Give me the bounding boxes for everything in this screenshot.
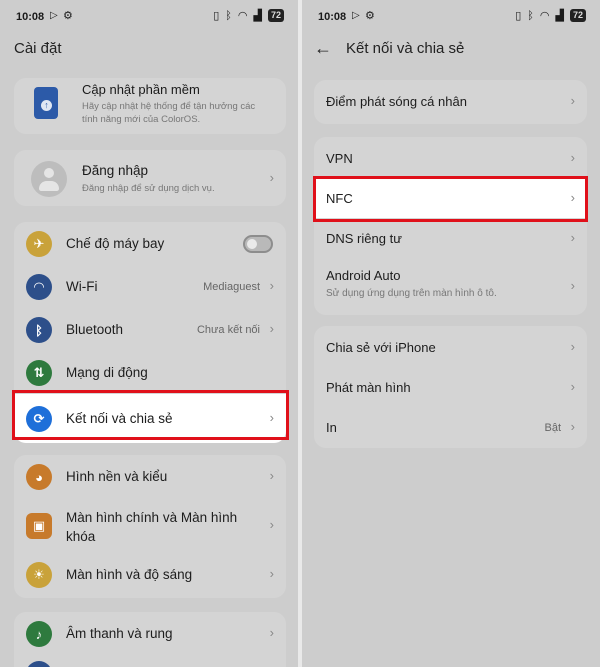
play-icon: ▷ xyxy=(50,10,58,21)
status-icons: ▯ ᛒ ◠ ▟ 72 xyxy=(515,9,586,22)
item-label: Android Auto xyxy=(326,268,401,283)
settings-item-screencast[interactable]: Phát màn hình › xyxy=(314,367,587,407)
status-icons: ▯ ᛒ ◠ ▟ 72 xyxy=(213,9,284,22)
item-label: VPN xyxy=(326,151,353,166)
chevron-right-icon: › xyxy=(269,566,274,581)
display-card: ◕ Hình nền và kiểu › ▣ Màn hình chính và… xyxy=(14,455,286,598)
chevron-right-icon: › xyxy=(570,93,575,108)
status-bar: 10:08 ▷ ⚙ ▯ ᛒ ◠ ▟ 72 xyxy=(0,0,298,34)
login-card[interactable]: Đăng nhập Đăng nhập để sử dụng dịch vụ. … xyxy=(14,150,286,206)
item-value: Mediaguest xyxy=(203,281,260,293)
chevron-right-icon: › xyxy=(570,278,575,293)
bluetooth-status-icon: ᛒ xyxy=(527,9,534,22)
bluetooth-status-icon: ᛒ xyxy=(225,9,232,22)
item-desc: Sử dụng ứng dụng trên màn hình ô tô. xyxy=(326,288,497,299)
settings-item-wifi[interactable]: ◠ Wi-Fi Mediaguest › xyxy=(14,265,286,308)
network-card: VPN › NFC › DNS riêng tư › Android Auto … xyxy=(314,137,587,315)
back-arrow-icon[interactable]: ← xyxy=(314,38,332,59)
status-time: 10:08 xyxy=(16,11,45,23)
settings-item-private-dns[interactable]: DNS riêng tư › xyxy=(314,218,587,258)
update-title: Cập nhật phần mềm xyxy=(82,82,200,97)
gear-icon: ⚙ xyxy=(365,10,375,22)
homescreen-icon: ▣ xyxy=(26,513,52,539)
settings-item-brightness[interactable]: ☀ Màn hình và độ sáng › xyxy=(14,553,286,598)
chevron-right-icon: › xyxy=(570,339,575,354)
vibrate-icon: ▯ xyxy=(515,10,522,22)
item-label: Âm thanh và rung xyxy=(66,626,173,641)
signal-icon: ▟ xyxy=(253,10,262,22)
settings-item-print[interactable]: In Bật › xyxy=(314,407,587,448)
chevron-right-icon: › xyxy=(269,517,274,532)
status-bar: 10:08 ▷ ⚙ ▯ ᛒ ◠ ▟ 72 xyxy=(302,0,600,34)
brightness-icon: ☀ xyxy=(26,562,52,588)
login-desc: Đăng nhập để sử dụng dịch vụ. xyxy=(82,183,215,194)
chevron-right-icon: › xyxy=(269,278,274,293)
gear-icon: ⚙ xyxy=(63,10,73,22)
chevron-right-icon: › xyxy=(570,230,575,245)
settings-item-wallpaper[interactable]: ◕ Hình nền và kiểu › xyxy=(14,455,286,498)
settings-item-homescreen[interactable]: ▣ Màn hình chính và Màn hình khóa › xyxy=(14,498,286,553)
item-value: Chưa kết nối xyxy=(196,324,260,336)
item-label: Bluetooth xyxy=(66,322,124,337)
battery-icon: 72 xyxy=(569,9,586,22)
update-icon: ↑ xyxy=(34,87,58,119)
chevron-right-icon: › xyxy=(570,150,575,165)
item-label: Điểm phát sóng cá nhân xyxy=(326,94,467,109)
vibrate-icon: ▯ xyxy=(213,10,220,22)
signal-icon: ▟ xyxy=(555,10,564,22)
page-title: Kết nối và chia sẻ xyxy=(346,40,465,57)
item-label: In xyxy=(326,420,337,435)
chevron-right-icon: › xyxy=(269,321,274,336)
hotspot-card: Điểm phát sóng cá nhân › xyxy=(314,80,587,124)
settings-item-airplane-mode[interactable]: ✈ Chế độ máy bay xyxy=(14,222,286,265)
settings-item-hotspot[interactable]: Điểm phát sóng cá nhân › xyxy=(314,80,587,124)
airplane-icon: ✈ xyxy=(26,231,52,257)
airplane-mode-toggle[interactable] xyxy=(243,235,273,253)
avatar xyxy=(31,161,67,197)
page-title: Cài đặt xyxy=(14,40,62,57)
settings-item-bluetooth[interactable]: ᛒ Bluetooth Chưa kết nối › xyxy=(14,308,286,351)
item-label: Phát màn hình xyxy=(326,380,411,395)
palette-icon: ◕ xyxy=(26,464,52,490)
chevron-right-icon: › xyxy=(269,625,274,640)
settings-item-android-auto[interactable]: Android Auto Sử dụng ứng dụng trên màn h… xyxy=(314,258,587,315)
wifi-status-icon: ◠ xyxy=(539,10,550,22)
mobile-data-icon: ⇅ xyxy=(26,360,52,386)
chevron-right-icon: › xyxy=(269,170,274,185)
status-time: 10:08 xyxy=(318,11,347,23)
next-item-icon xyxy=(26,661,52,667)
play-icon: ▷ xyxy=(352,10,360,21)
bluetooth-icon: ᛒ xyxy=(26,317,52,343)
sound-card: ♪ Âm thanh và rung › xyxy=(14,612,286,667)
battery-icon: 72 xyxy=(267,9,284,22)
settings-item-vpn[interactable]: VPN › xyxy=(314,137,587,179)
item-label: Màn hình chính và Màn hình khóa xyxy=(66,510,238,544)
chevron-right-icon: › xyxy=(570,419,575,434)
settings-panel: 10:08 ▷ ⚙ ▯ ᛒ ◠ ▟ 72 Cài đặt ↑ Cập nhật … xyxy=(0,0,298,667)
settings-item-share-iphone[interactable]: Chia sẻ với iPhone › xyxy=(314,326,587,367)
item-label: Màn hình và độ sáng xyxy=(66,567,193,582)
sharing-card: Chia sẻ với iPhone › Phát màn hình › In … xyxy=(314,326,587,448)
login-title: Đăng nhập xyxy=(82,163,149,178)
highlight-box xyxy=(12,390,289,440)
chevron-right-icon: › xyxy=(269,468,274,483)
item-label: Mạng di động xyxy=(66,365,148,380)
highlight-box xyxy=(313,176,588,222)
software-update-card[interactable]: ↑ Cập nhật phần mềm Hãy cập nhật hệ thốn… xyxy=(14,78,286,134)
settings-item-sound[interactable]: ♪ Âm thanh và rung › xyxy=(14,612,286,655)
item-label: Wi-Fi xyxy=(66,279,98,294)
wifi-icon: ◠ xyxy=(26,274,52,300)
item-label: Hình nền và kiểu xyxy=(66,469,168,484)
connection-sharing-panel: 10:08 ▷ ⚙ ▯ ᛒ ◠ ▟ 72 ← Kết nối và chia s… xyxy=(302,0,600,667)
item-label: DNS riêng tư xyxy=(326,231,402,246)
item-label: Chế độ máy bay xyxy=(66,236,165,251)
update-desc: Hãy cập nhật hệ thống để tận hưởng các t… xyxy=(82,101,256,125)
wifi-status-icon: ◠ xyxy=(237,10,248,22)
bell-icon: ♪ xyxy=(26,621,52,647)
item-label: Chia sẻ với iPhone xyxy=(326,340,436,355)
settings-item-mobile-data[interactable]: ⇅ Mạng di động xyxy=(14,351,286,394)
item-value: Bật xyxy=(544,422,561,434)
chevron-right-icon: › xyxy=(570,379,575,394)
